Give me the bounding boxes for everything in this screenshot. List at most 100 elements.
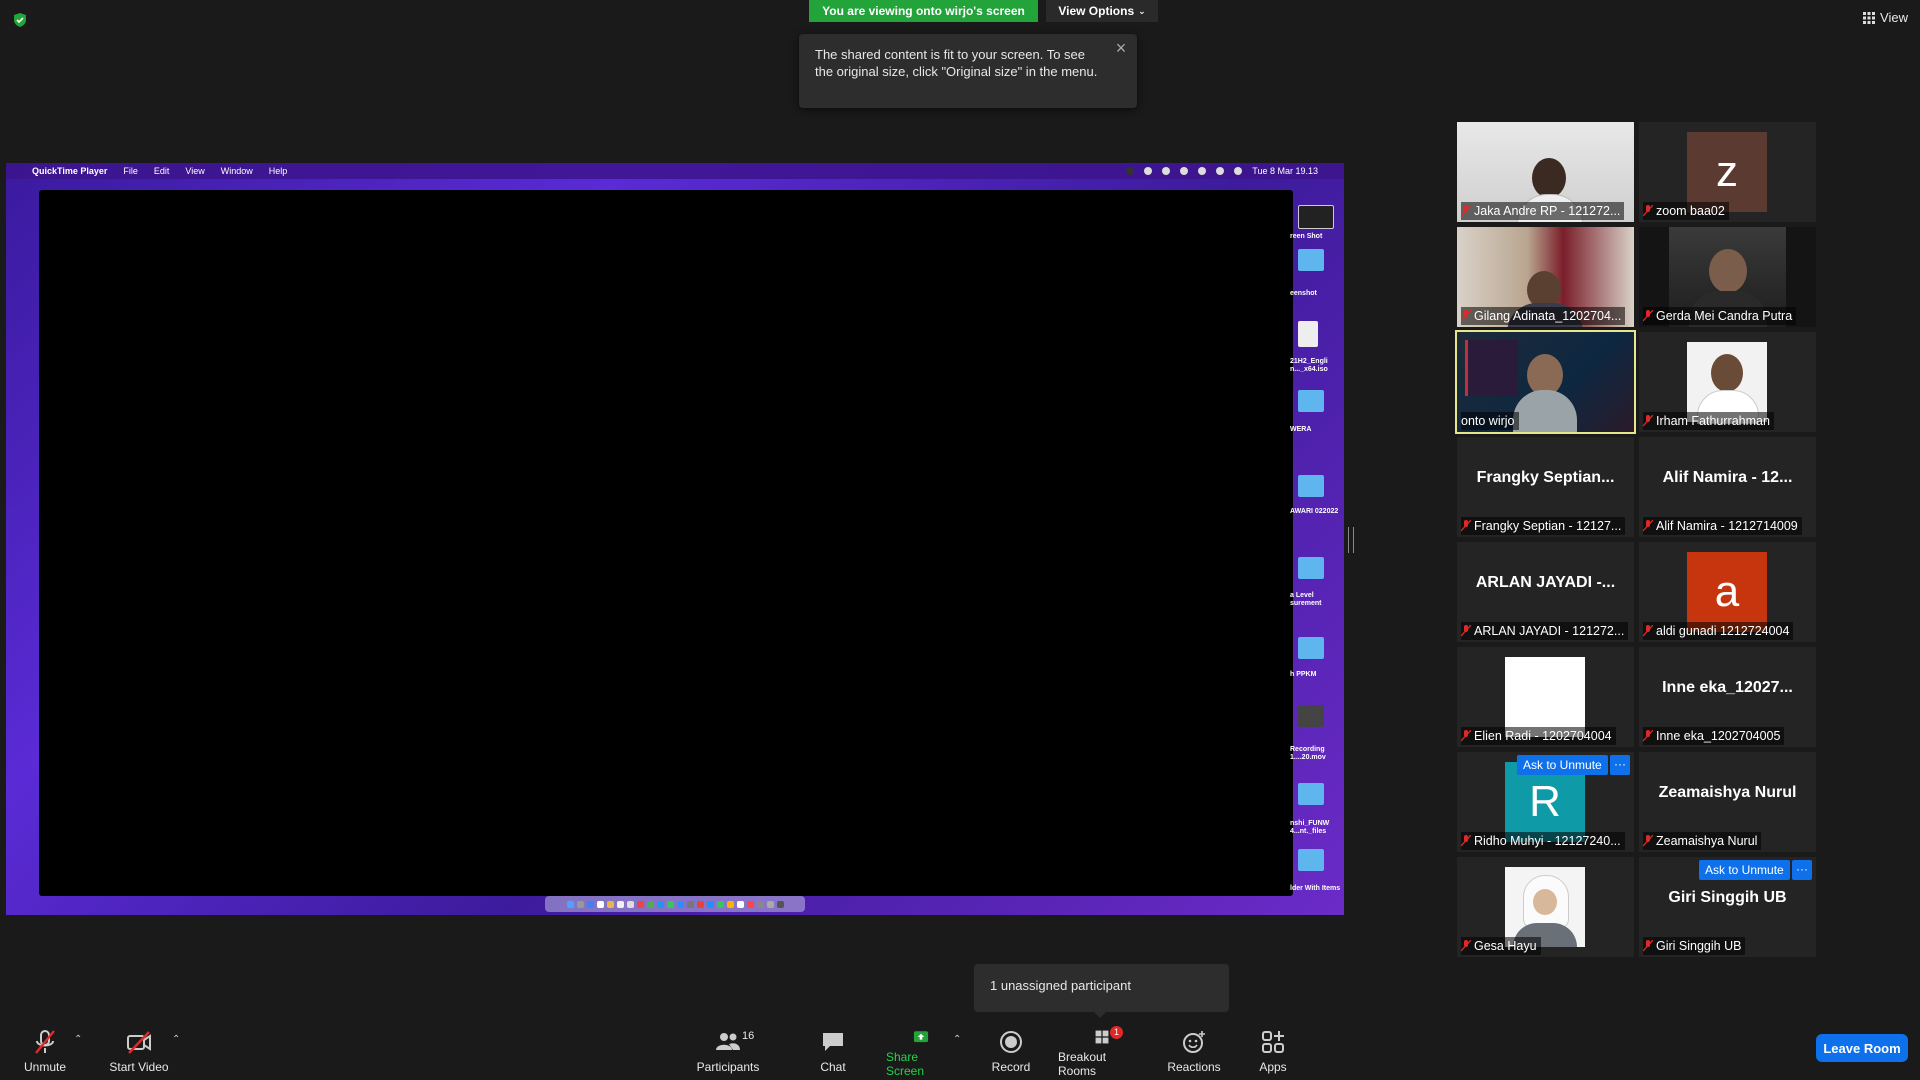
participant-tile[interactable]: z zoom baa02 (1639, 122, 1816, 222)
participant-name-label: aldi gunadi 1212724004 (1643, 622, 1794, 640)
chat-icon (823, 1033, 843, 1051)
participants-button[interactable]: 16 Participants (694, 1028, 762, 1078)
dock-app-icon (746, 900, 754, 908)
participant-name: aldi gunadi 1212724004 (1656, 624, 1790, 638)
dock-app-icon (566, 900, 574, 908)
participant-tile[interactable]: Inne eka_12027... Inne eka_1202704005 (1639, 647, 1816, 747)
wifi-icon (1180, 167, 1189, 175)
desktop-label: a Level surement (1290, 592, 1322, 607)
participants-label: Participants (696, 1060, 760, 1074)
participant-tile-active-speaker[interactable]: onto wirjo (1455, 330, 1636, 434)
participant-name-label: onto wirjo (1461, 412, 1519, 430)
chat-label: Chat (820, 1060, 846, 1074)
folder-icon (1298, 390, 1324, 412)
record-icon (1162, 167, 1171, 175)
dock-app-icon (606, 900, 614, 908)
desktop-label: eenshot (1290, 290, 1317, 297)
record-button[interactable]: Record (990, 1028, 1032, 1078)
participant-tile[interactable]: R Ask to Unmute ··· Ridho Muhyi - 121272… (1457, 752, 1634, 852)
leave-room-button[interactable]: Leave Room (1816, 1034, 1908, 1062)
participant-tile[interactable]: Gerda Mei Candra Putra (1639, 227, 1816, 327)
mic-muted-icon (1461, 205, 1471, 217)
mic-muted-icon (1643, 940, 1653, 952)
participant-tile[interactable]: ARLAN JAYADI -... ARLAN JAYADI - 121272.… (1457, 542, 1634, 642)
participant-name: Inne eka_1202704005 (1656, 729, 1781, 743)
mic-muted-icon (1461, 730, 1471, 742)
participant-name: Irham Fathurrahman (1656, 414, 1770, 428)
participant-tile[interactable]: Irham Fathurrahman (1639, 332, 1816, 432)
participant-name: Ridho Muhyi - 12127240... (1474, 834, 1621, 848)
participant-name-label: Inne eka_1202704005 (1643, 727, 1785, 745)
participant-tile[interactable]: Gesa Hayu (1457, 857, 1634, 957)
unmute-button[interactable]: Unmute (22, 1028, 68, 1078)
share-screen-button[interactable]: Share Screen (886, 1028, 956, 1078)
start-video-button[interactable]: Start Video (106, 1028, 172, 1078)
chat-button[interactable]: Chat (817, 1028, 849, 1078)
screenshot-thumb-icon (1298, 205, 1334, 229)
close-icon[interactable]: × (1113, 39, 1129, 57)
participant-name: Zeamaishya Nurul (1656, 834, 1758, 848)
splitter-handle[interactable] (1348, 527, 1354, 553)
dock-app-icon (586, 900, 594, 908)
participant-name-label: Irham Fathurrahman (1643, 412, 1774, 430)
video-file-icon (1298, 705, 1324, 727)
mic-muted-icon (1643, 730, 1653, 742)
mic-muted-icon (1461, 520, 1471, 532)
apps-label: Apps (1259, 1060, 1287, 1074)
reactions-label: Reactions (1167, 1060, 1221, 1074)
dock-app-icon (686, 900, 694, 908)
participant-name-label: Zeamaishya Nurul (1643, 832, 1762, 850)
participant-name: Jaka Andre RP - 121272... (1474, 204, 1621, 218)
dock-app-icon (666, 900, 674, 908)
participant-tile[interactable]: Frangky Septian... Frangky Septian - 121… (1457, 437, 1634, 537)
dock-app-icon (626, 900, 634, 908)
more-options-button[interactable]: ··· (1792, 860, 1812, 880)
dock-app-icon (646, 900, 654, 908)
security-shield-icon[interactable] (12, 12, 28, 28)
view-button[interactable]: View (1863, 10, 1908, 25)
participant-tile[interactable]: Zeamaishya Nurul Zeamaishya Nurul (1639, 752, 1816, 852)
viewing-screen-banner: You are viewing onto wirjo's screen (809, 0, 1038, 22)
ask-to-unmute-button[interactable]: Ask to Unmute (1517, 755, 1608, 775)
participant-tile[interactable]: Ask to Unmute ··· Giri Singgih UB Giri S… (1639, 857, 1816, 957)
participant-name-label: ARLAN JAYADI - 121272... (1461, 622, 1629, 640)
participant-tile[interactable]: Elien Radi - 1202704004 (1457, 647, 1634, 747)
mic-muted-icon (1643, 625, 1653, 637)
shared-screen[interactable]: QuickTime Player File Edit View Window H… (6, 163, 1344, 915)
participant-display-name: Alif Namira - 12... (1662, 469, 1793, 486)
file-icon (1298, 321, 1318, 347)
folder-icon (1298, 475, 1324, 497)
menubar-item-window: Window (220, 166, 253, 176)
share-options-chevron-icon[interactable]: ⌃ (953, 1034, 961, 1045)
mic-muted-icon (1643, 835, 1653, 847)
more-options-button[interactable]: ··· (1610, 755, 1630, 775)
dock-app-icon (656, 900, 664, 908)
folder-icon (1298, 249, 1324, 271)
smiley-icon (1183, 1031, 1205, 1053)
participant-tile[interactable]: Jaka Andre RP - 121272... (1457, 122, 1634, 222)
ask-to-unmute-button[interactable]: Ask to Unmute (1699, 860, 1790, 880)
menubar-item-view: View (185, 166, 205, 176)
mic-muted-icon (1643, 310, 1653, 322)
unassigned-participant-popup[interactable]: 1 unassigned participant (974, 964, 1229, 1018)
participant-name-label: Jaka Andre RP - 121272... (1461, 202, 1625, 220)
breakout-rooms-button[interactable]: 1 Breakout Rooms (1058, 1026, 1146, 1078)
desktop-icons: reen Shot eenshot 21H2_Engli n..._x64.is… (1290, 203, 1344, 903)
mic-muted-icon (1461, 835, 1471, 847)
desktop-label: nshi_FUNW 4...nt._files (1290, 820, 1330, 835)
folder-icon (1298, 637, 1324, 659)
apps-button[interactable]: Apps (1258, 1028, 1288, 1078)
reactions-button[interactable]: Reactions (1166, 1028, 1222, 1078)
popup-tail (1094, 1012, 1106, 1018)
menubar-status-area: Tue 8 Mar 19.13 (1126, 163, 1334, 179)
participant-display-name: Frangky Septian... (1476, 469, 1615, 486)
participant-name: Gesa Hayu (1474, 939, 1537, 953)
participant-tile[interactable]: Alif Namira - 12... Alif Namira - 121271… (1639, 437, 1816, 537)
view-options-button[interactable]: View Options ⌄ (1046, 0, 1158, 22)
participant-tile[interactable]: a aldi gunadi 1212724004 (1639, 542, 1816, 642)
participant-name: Frangky Septian - 12127... (1474, 519, 1622, 533)
participant-tile[interactable]: Gilang Adinata_1202704... (1457, 227, 1634, 327)
dock-app-icon (596, 900, 604, 908)
video-options-chevron-icon[interactable]: ⌃ (172, 1034, 180, 1045)
audio-options-chevron-icon[interactable]: ⌃ (74, 1034, 82, 1045)
